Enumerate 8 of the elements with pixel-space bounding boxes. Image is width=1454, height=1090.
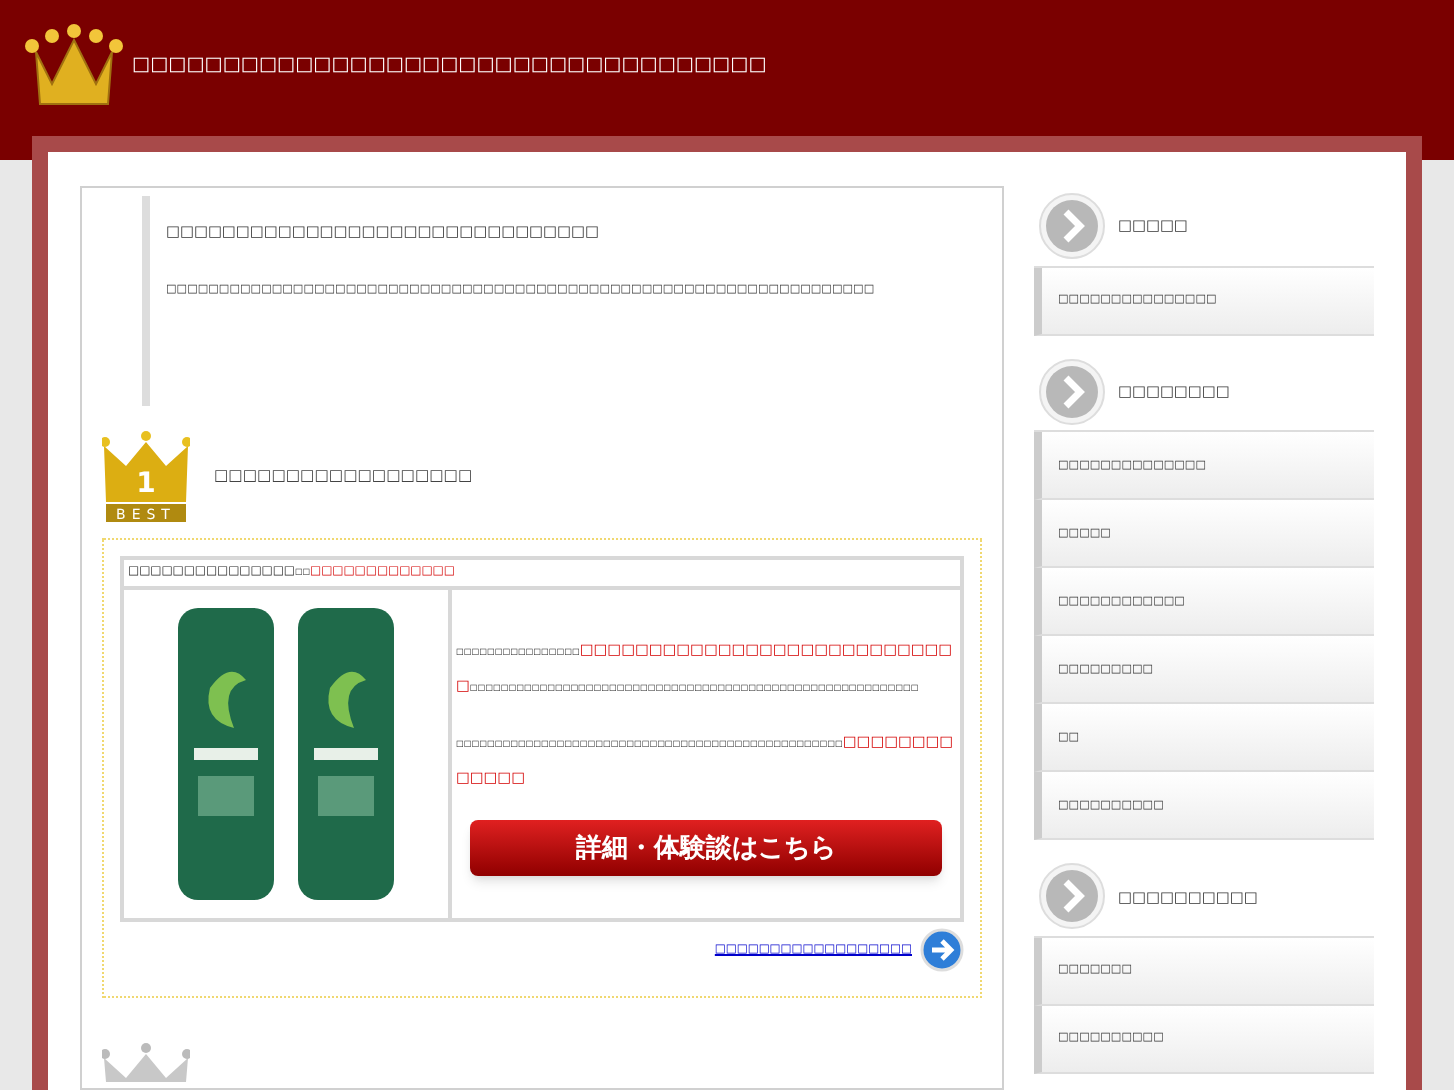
chevron-circle-icon <box>1038 357 1106 425</box>
crown-icon <box>24 24 124 108</box>
rank-crown-icon <box>102 1041 190 1082</box>
site-title: □□□□□□□□□□□□□□□□□□□□□□□□□□□□□□□□□□□ <box>132 52 767 80</box>
arrow-right-icon[interactable] <box>920 927 964 972</box>
chevron-circle-icon <box>1038 191 1106 260</box>
chevron-circle-icon <box>1038 862 1106 931</box>
details-button[interactable]: 詳細・体験談はこちら <box>470 820 942 877</box>
